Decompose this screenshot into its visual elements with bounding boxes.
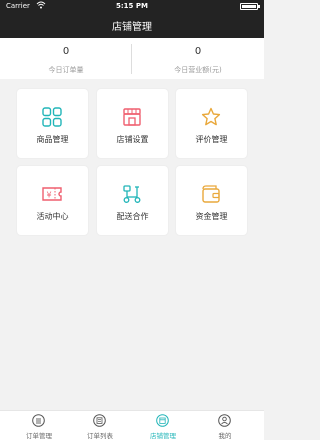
menu-item-delivery-cooperation[interactable]: 配送合作 xyxy=(97,166,168,235)
stat-value: 0 xyxy=(194,46,202,57)
menu-item-label: 商品管理 xyxy=(36,135,69,144)
stat-today-revenue: 0 今日营业额(元) xyxy=(132,38,264,79)
store-circle-icon xyxy=(156,414,169,427)
status-time: 5:15 PM xyxy=(116,2,148,10)
menu-item-label: 资金管理 xyxy=(195,212,228,221)
tab-label: 订单管理 xyxy=(26,432,52,440)
menu-item-label: 配送合作 xyxy=(116,212,149,221)
tab-label: 我的 xyxy=(218,432,232,440)
store-icon xyxy=(123,108,141,126)
menu-item-activity-center[interactable]: ¥ 活动中心 xyxy=(17,166,88,235)
stat-today-orders: 0 今日订单量 xyxy=(0,38,132,79)
status-bar: Carrier 5:15 PM xyxy=(0,0,264,12)
battery-icon xyxy=(240,3,260,10)
tab-label: 订单列表 xyxy=(87,432,113,440)
user-circle-icon xyxy=(218,414,231,427)
tab-bar: 订单管理 订单列表 店铺管理 我的 xyxy=(0,410,264,440)
menu-item-label: 评价管理 xyxy=(195,135,228,144)
stat-value: 0 xyxy=(62,46,70,57)
stat-label: 今日营业额(元) xyxy=(174,66,222,74)
menu-item-fund-management[interactable]: 资金管理 xyxy=(176,166,247,235)
menu-circle-icon xyxy=(32,414,45,427)
tab-store-management[interactable]: 店铺管理 xyxy=(130,411,196,440)
tab-order-list[interactable]: 订单列表 xyxy=(67,411,133,440)
coupon-icon: ¥ xyxy=(42,187,62,201)
stat-label: 今日订单量 xyxy=(48,66,84,74)
wallet-icon xyxy=(202,185,220,203)
menu-item-store-settings[interactable]: 店铺设置 xyxy=(97,89,168,158)
svg-text:¥: ¥ xyxy=(46,191,51,200)
grid-icon xyxy=(42,107,62,127)
tab-label: 店铺管理 xyxy=(150,432,176,440)
menu-item-review-management[interactable]: 评价管理 xyxy=(176,89,247,158)
menu-item-label: 店铺设置 xyxy=(116,135,149,144)
page-title: 店铺管理 xyxy=(112,22,152,33)
menu-item-product-management[interactable]: 商品管理 xyxy=(17,89,88,158)
star-icon xyxy=(201,107,221,126)
scooter-icon xyxy=(123,185,141,203)
tab-order-management[interactable]: 订单管理 xyxy=(6,411,72,440)
tab-mine[interactable]: 我的 xyxy=(192,411,258,440)
menu-item-label: 活动中心 xyxy=(36,212,69,221)
header: Carrier 5:15 PM 店铺管理 xyxy=(0,0,264,38)
stats-panel: 0 今日订单量 0 今日营业额(元) xyxy=(0,38,264,79)
list-circle-icon xyxy=(93,414,106,427)
